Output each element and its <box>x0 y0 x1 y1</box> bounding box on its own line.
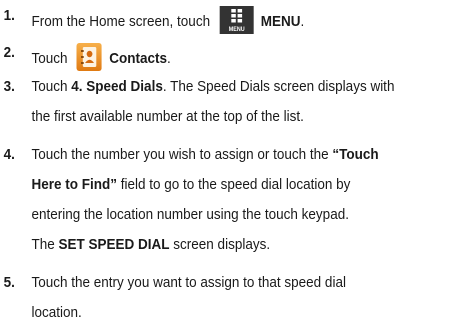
svg-text:MENU: MENU <box>228 27 244 33</box>
step-text: Touch the number you wish to assign or t… <box>32 145 469 265</box>
step-text: Touch the entry you want to assign to th… <box>32 273 469 333</box>
step-line: location. <box>31 304 82 321</box>
step-line: The SET SPEED DIAL screen displays. <box>31 236 271 253</box>
step-line: Touch the number you wish to assign or t… <box>31 146 379 163</box>
step-line: the first available number at the top of… <box>31 108 304 125</box>
step-line: Here to Find” field to go to the speed d… <box>31 176 351 193</box>
step-text: Touch 4. Speed Dials. The Speed Dials sc… <box>32 77 469 137</box>
step-number: 5. <box>3 274 15 291</box>
step-line: From the Home screen, touch MENU MENU. <box>32 6 469 36</box>
contacts-label: Contacts <box>109 50 168 67</box>
step-number: 3. <box>3 78 15 95</box>
step-number: 2. <box>3 44 15 61</box>
step-line: entering the location number using the t… <box>31 206 349 223</box>
step-text: Touch Contacts. <box>32 43 469 73</box>
step-number: 1. <box>3 7 15 24</box>
step-line: Touch the entry you want to assign to th… <box>31 274 346 291</box>
step-line: Touch 4. Speed Dials. The Speed Dials sc… <box>31 78 395 95</box>
step-line: Touch Contacts. <box>32 43 469 73</box>
menu-label: MENU <box>260 13 301 30</box>
contacts-icon <box>76 43 102 77</box>
step-text: From the Home screen, touch MENU MENU. <box>32 6 469 36</box>
menu-icon: MENU <box>219 6 254 40</box>
step-number: 4. <box>3 146 15 163</box>
